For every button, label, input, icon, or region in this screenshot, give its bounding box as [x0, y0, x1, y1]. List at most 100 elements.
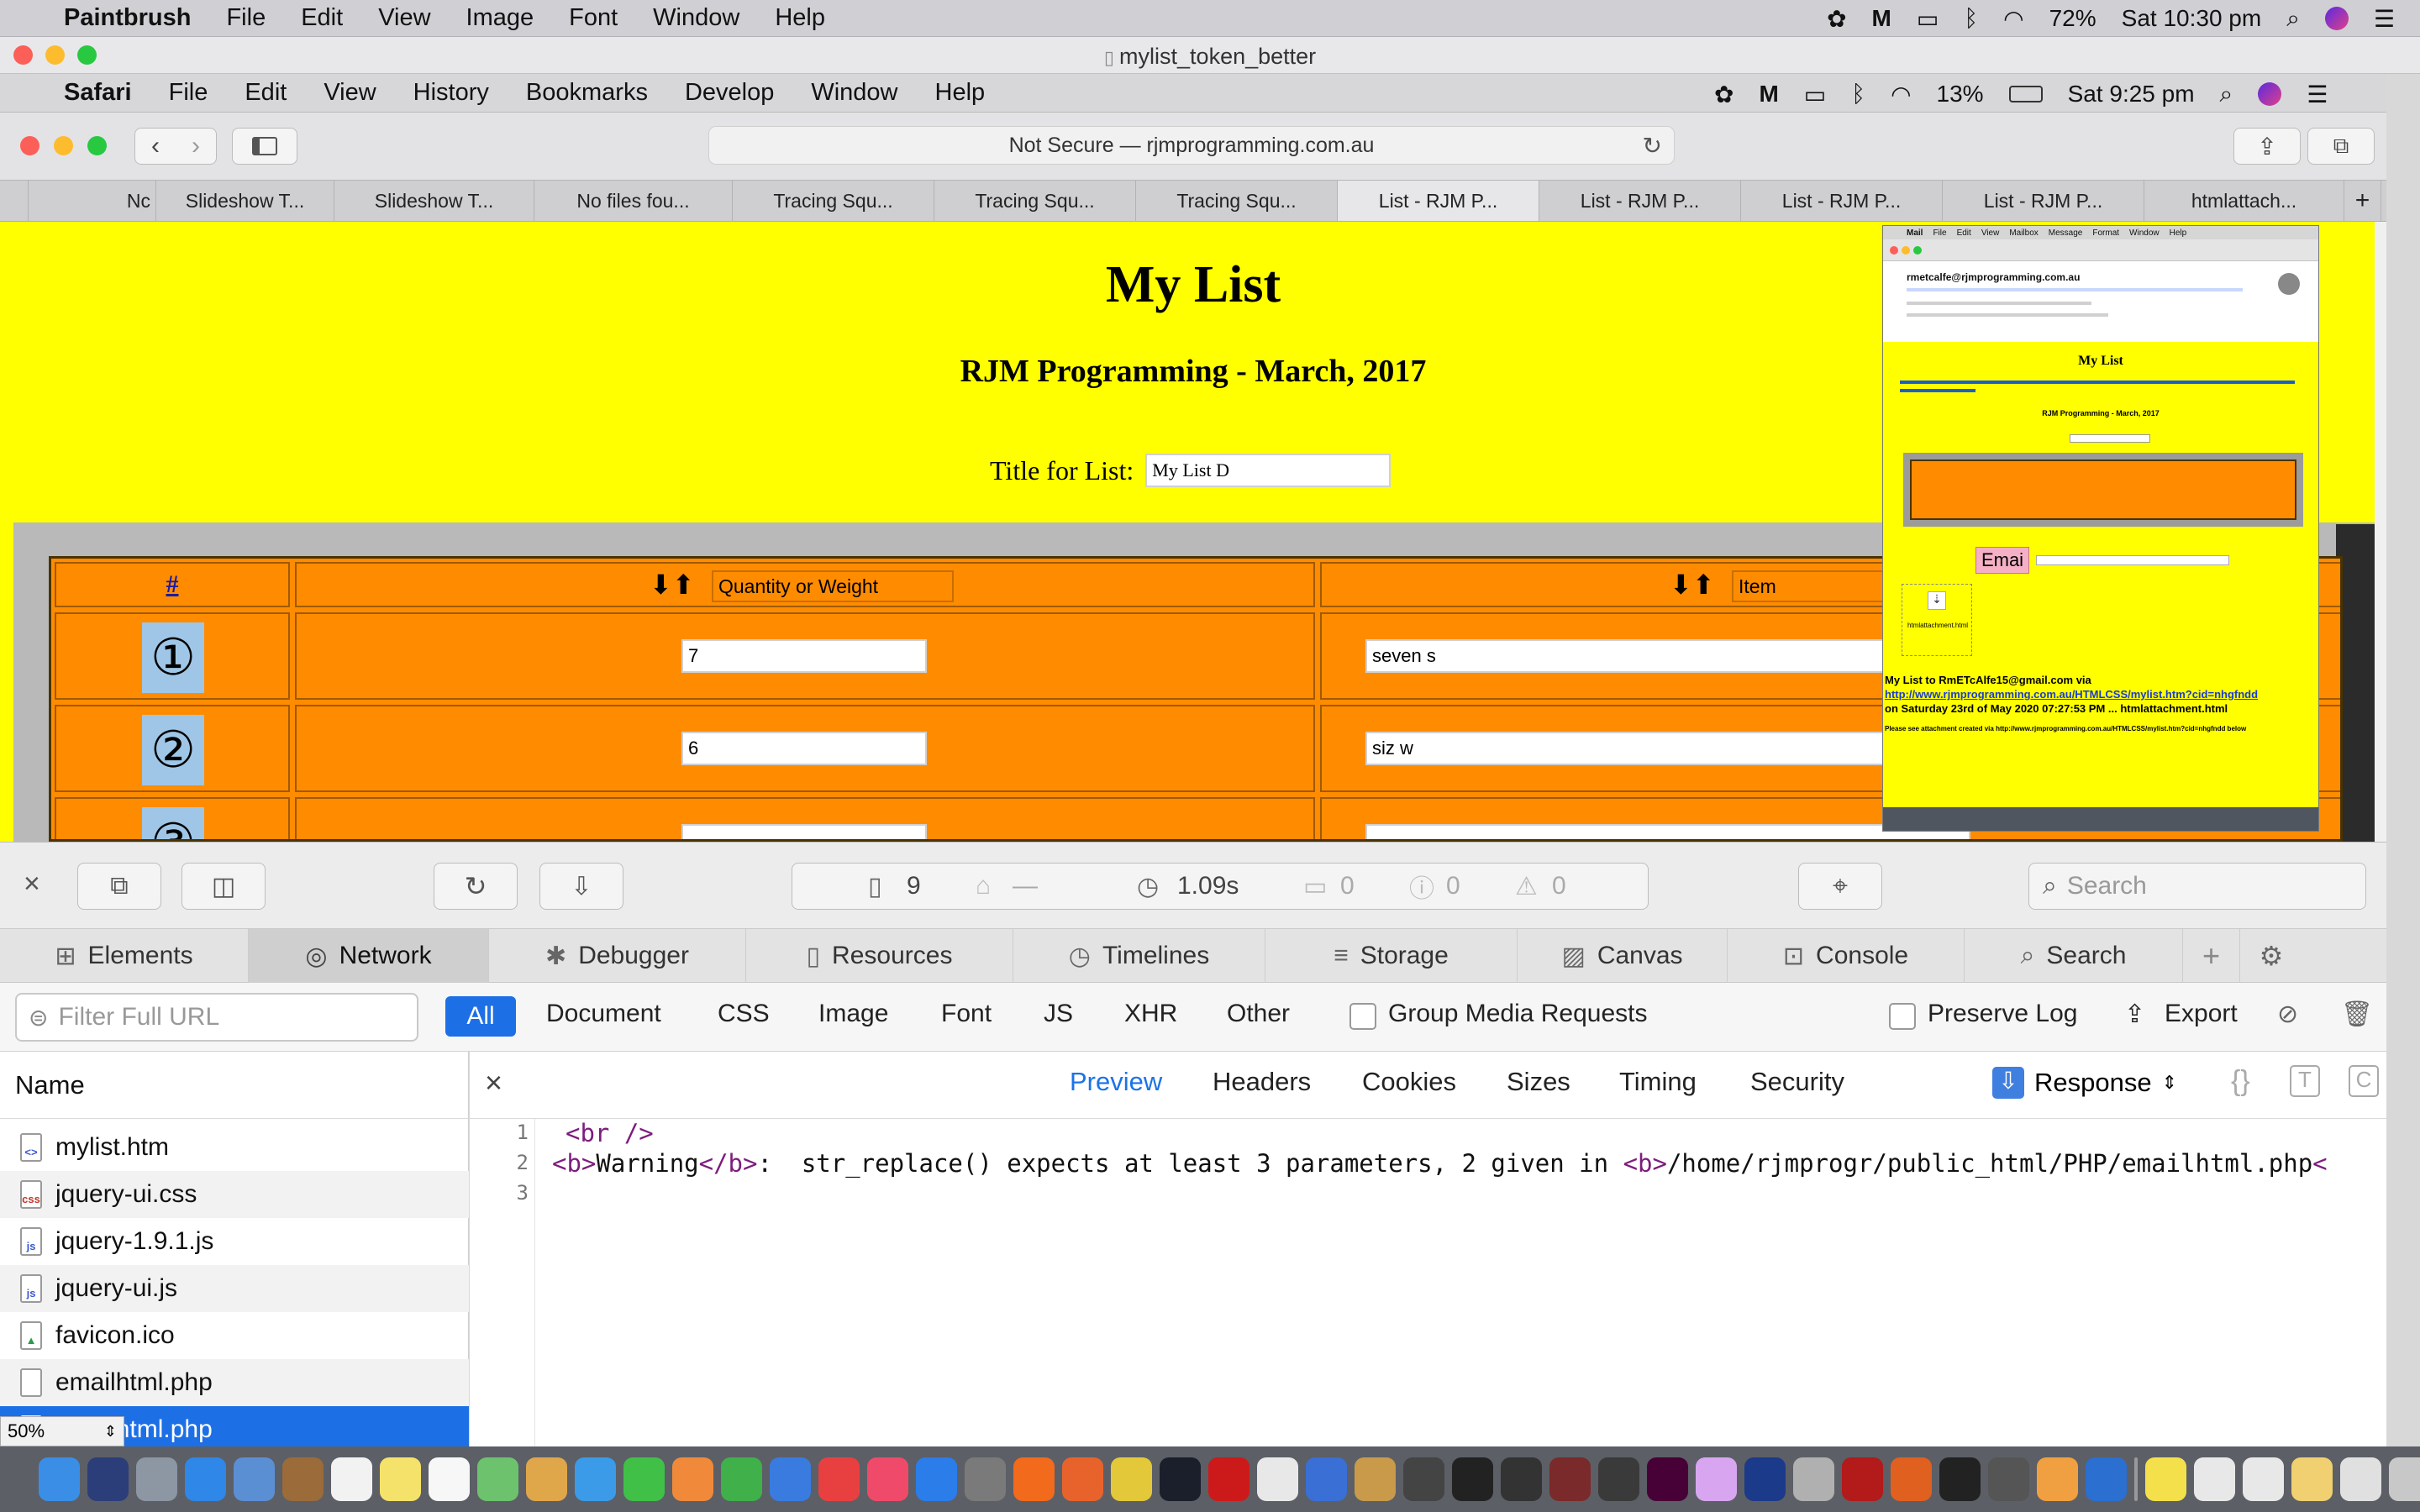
chrome-icon[interactable] — [1111, 1457, 1152, 1501]
clear-log-icon[interactable]: 🗑 — [2341, 1000, 2373, 1029]
notification-center-icon[interactable]: ☰ — [2374, 5, 2395, 33]
menu-view[interactable]: View — [378, 4, 430, 32]
braces-icon[interactable]: {} — [2231, 1065, 2250, 1098]
quantity-sort-arrows[interactable]: ⬇⬆ — [650, 569, 695, 601]
resource-count[interactable]: 9 — [907, 872, 921, 900]
notification-center-icon[interactable]: ☰ — [2307, 81, 2328, 108]
text-format-icon[interactable]: T — [2290, 1065, 2320, 1097]
books-icon[interactable] — [2037, 1457, 2078, 1501]
row-1-item-input[interactable]: seven s — [1365, 639, 1970, 673]
devtools-settings-button[interactable]: ⚙ — [2240, 929, 2302, 983]
inspect-element-button[interactable]: ⌖ — [1798, 863, 1882, 910]
tab-2[interactable]: Slideshow T... — [334, 181, 534, 221]
name-column-header[interactable]: Name — [0, 1052, 469, 1119]
forward-icon[interactable]: › — [176, 132, 216, 160]
adobe-xd-icon[interactable] — [1647, 1457, 1688, 1501]
f-app-icon[interactable] — [1939, 1457, 1981, 1501]
close-devtools-icon[interactable]: × — [24, 868, 40, 900]
filezilla-icon[interactable] — [1842, 1457, 1883, 1501]
maps-icon[interactable] — [477, 1457, 518, 1501]
script-editor-icon[interactable] — [1355, 1457, 1396, 1501]
row-2-quantity-input[interactable]: 6 — [681, 732, 927, 765]
load-time[interactable]: 1.09s — [1177, 872, 1239, 900]
document-stack-icon[interactable] — [2340, 1457, 2381, 1501]
mail-icon[interactable]: M — [1759, 81, 1778, 108]
tab-3[interactable]: No files fou... — [534, 181, 733, 221]
export-icon[interactable]: ⇪ — [2124, 1000, 2145, 1029]
page-scrollbar[interactable] — [2375, 222, 2386, 842]
launchpad-icon[interactable] — [136, 1457, 177, 1501]
inkscape-icon[interactable] — [1501, 1457, 1542, 1501]
type-image-button[interactable]: Image — [818, 1000, 888, 1028]
menu-view[interactable]: View — [324, 79, 376, 107]
add-tab-button[interactable]: + — [2183, 929, 2240, 983]
airplay-icon[interactable]: ▭ — [1804, 81, 1826, 108]
opera-icon[interactable] — [1208, 1457, 1249, 1501]
bluetooth-icon[interactable]: ᛒ — [1964, 5, 1978, 32]
menu-window[interactable]: Window — [811, 79, 897, 107]
type-all-button[interactable]: All — [445, 996, 516, 1037]
avast-icon[interactable] — [1013, 1457, 1055, 1501]
document-stack-icon[interactable] — [2291, 1457, 2333, 1501]
menu-image[interactable]: Image — [466, 4, 534, 32]
sidebar-toggle-button[interactable] — [232, 128, 297, 165]
reload-page-button[interactable]: ↻ — [434, 863, 518, 910]
finder-icon[interactable] — [39, 1457, 80, 1501]
tab-7-active[interactable]: List - RJM P... — [1338, 181, 1539, 221]
request-row[interactable]: js jquery-1.9.1.js — [0, 1218, 469, 1265]
siri-icon[interactable] — [2324, 7, 2349, 30]
address-bar[interactable]: Not Secure — rjmprogramming.com.au ↻ — [708, 126, 1675, 165]
netbeans-icon[interactable] — [1306, 1457, 1347, 1501]
menu-app-name[interactable]: Paintbrush — [64, 4, 191, 32]
document-stack-icon[interactable] — [2145, 1457, 2186, 1501]
tab-canvas[interactable]: ▨ Canvas — [1518, 929, 1728, 983]
tab-storage[interactable]: ≡ Storage — [1265, 929, 1518, 983]
tab-timelines[interactable]: ◷ Timelines — [1013, 929, 1265, 983]
menu-safari[interactable]: Safari — [64, 79, 132, 107]
menu-file[interactable]: File — [169, 79, 208, 107]
minimize-window-button[interactable] — [54, 136, 73, 155]
firefox-icon[interactable] — [1062, 1457, 1103, 1501]
pages-icon[interactable] — [672, 1457, 713, 1501]
back-icon[interactable]: ‹ — [135, 132, 176, 160]
tab-11[interactable]: htmlattach... — [2144, 181, 2344, 221]
type-js-button[interactable]: JS — [1044, 1000, 1073, 1028]
tab-pinned[interactable] — [0, 181, 29, 221]
numbers-icon[interactable] — [721, 1457, 762, 1501]
close-window-button[interactable] — [20, 136, 39, 155]
photo-booth-icon[interactable] — [1549, 1457, 1591, 1501]
tab-8[interactable]: List - RJM P... — [1539, 181, 1741, 221]
reload-icon[interactable]: ↻ — [1643, 132, 1662, 160]
clock[interactable]: Sat 9:25 pm — [2068, 81, 2195, 108]
tab-debugger[interactable]: ✱ Debugger — [489, 929, 746, 983]
close-preview-icon[interactable]: × — [485, 1065, 502, 1100]
battery-text[interactable]: 13% — [1937, 81, 1984, 108]
news-icon[interactable] — [818, 1457, 860, 1501]
tab-0[interactable]: Nc — [29, 181, 156, 221]
app-store-icon[interactable] — [916, 1457, 957, 1501]
system-preferences-icon[interactable] — [965, 1457, 1006, 1501]
notes-icon[interactable] — [380, 1457, 421, 1501]
tab-resources[interactable]: ▯ Resources — [746, 929, 1013, 983]
type-font-button[interactable]: Font — [941, 1000, 992, 1028]
preview-tab-cookies[interactable]: Cookies — [1362, 1067, 1456, 1097]
xcode-tools-icon[interactable] — [1403, 1457, 1444, 1501]
menu-edit[interactable]: Edit — [301, 4, 343, 32]
request-row[interactable]: emailhtml.php — [0, 1359, 469, 1406]
spotlight-icon[interactable]: ⌕ — [2220, 81, 2233, 108]
framer-icon[interactable] — [1744, 1457, 1786, 1501]
item-sort-arrows[interactable]: ⬇⬆ — [1670, 569, 1715, 601]
request-row[interactable]: css jquery-ui.css — [0, 1171, 469, 1218]
console-app-icon[interactable] — [1988, 1457, 2029, 1501]
hash-sort-link[interactable]: # — [166, 570, 179, 599]
safari-icon[interactable] — [185, 1457, 226, 1501]
tab-console[interactable]: ⊡ Console — [1728, 929, 1965, 983]
clock[interactable]: Sat 10:30 pm — [2122, 5, 2262, 32]
battery-text[interactable]: 72% — [2049, 5, 2096, 32]
battery-icon[interactable] — [2008, 86, 2043, 102]
preview-tab-timing[interactable]: Timing — [1619, 1067, 1697, 1097]
menu-window[interactable]: Window — [653, 4, 739, 32]
clear-filters-icon[interactable]: ⊘ — [2277, 1000, 2298, 1029]
vlc-icon[interactable] — [1891, 1457, 1932, 1501]
gimp-icon[interactable] — [1696, 1457, 1737, 1501]
